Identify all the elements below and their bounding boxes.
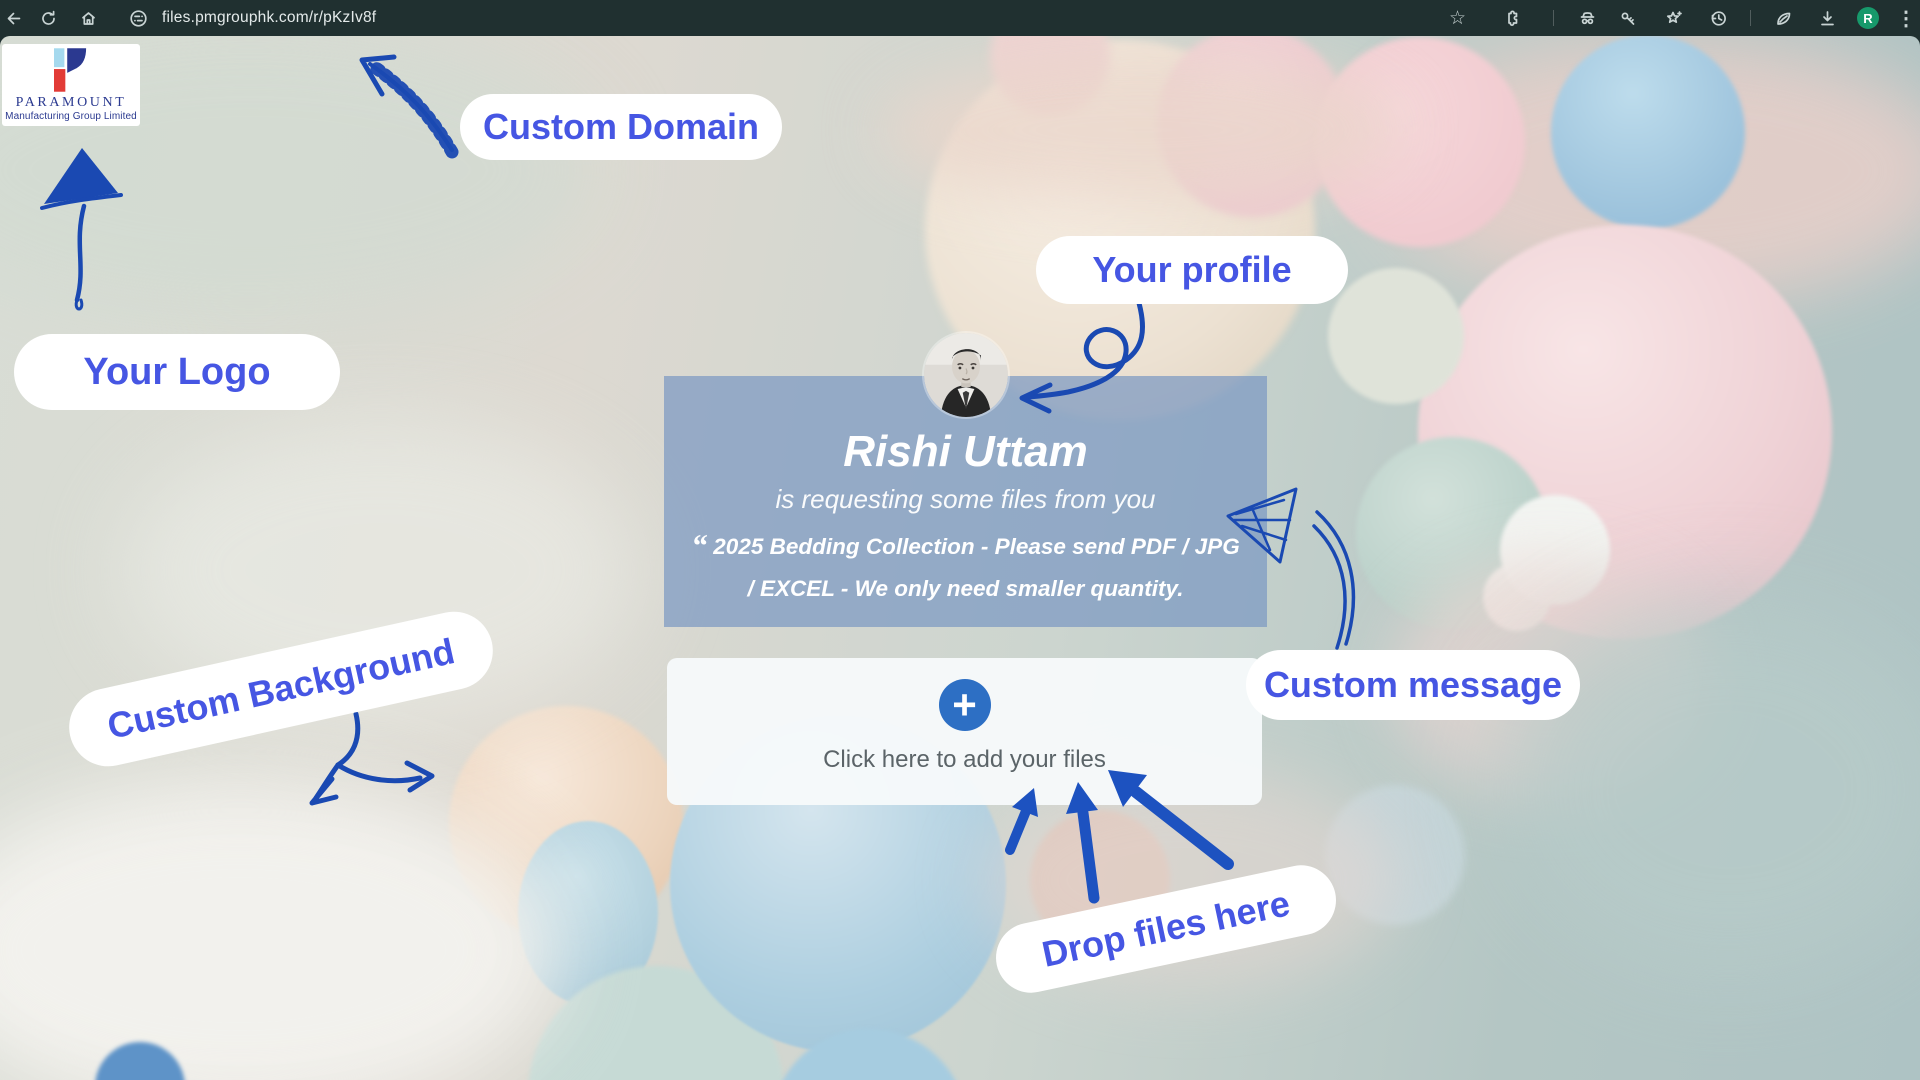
back-icon[interactable] <box>4 9 23 28</box>
request-subtitle: is requesting some files from you <box>664 484 1267 514</box>
profile-avatar <box>924 333 1008 417</box>
battery-saver-leaf-icon[interactable] <box>1774 9 1793 28</box>
home-icon[interactable] <box>79 9 98 28</box>
company-logo: PARAMOUNT Manufacturing Group Limited <box>2 44 140 126</box>
menu-kebab-icon[interactable]: ⋮ <box>1899 0 1913 36</box>
site-info-icon[interactable] <box>129 9 148 28</box>
bookmarks-sparkle-icon[interactable] <box>1664 9 1683 28</box>
history-clock-icon[interactable] <box>1709 9 1728 28</box>
file-dropzone[interactable]: + Click here to add your files <box>667 658 1262 805</box>
screen: files.pmgrouphk.com/r/pKzIv8f ☆ R ⋮ <box>0 0 1920 1080</box>
paramount-logo-mark <box>54 48 88 92</box>
toolbar-divider <box>1750 10 1751 26</box>
file-request-page: PARAMOUNT Manufacturing Group Limited <box>0 36 1920 1080</box>
incognito-icon[interactable] <box>1578 9 1597 28</box>
address-bar[interactable]: files.pmgrouphk.com/r/pKzIv8f <box>162 0 376 36</box>
passwords-key-icon[interactable] <box>1619 9 1638 28</box>
add-files-plus-icon[interactable]: + <box>939 679 991 731</box>
logo-title: PARAMOUNT <box>16 95 127 111</box>
annotation-your-profile: Your profile <box>1036 236 1348 304</box>
download-icon[interactable] <box>1818 9 1837 28</box>
request-card: Rishi Uttam is requesting some files fro… <box>664 376 1267 627</box>
bookmark-star-icon[interactable]: ☆ <box>1448 0 1467 36</box>
message-text: 2025 Bedding Collection - Please send PD… <box>713 534 1239 601</box>
refresh-icon[interactable] <box>39 9 58 28</box>
custom-message-text: “2025 Bedding Collection - Please send P… <box>688 524 1243 610</box>
annotation-custom-message: Custom message <box>1246 650 1580 720</box>
logo-subtitle: Manufacturing Group Limited <box>5 111 137 122</box>
bg-sphere <box>1328 268 1464 404</box>
profile-portrait <box>924 333 1008 417</box>
annotation-label: Your Logo <box>83 351 270 394</box>
toolbar-divider <box>1553 10 1554 26</box>
annotation-label: Your profile <box>1092 249 1291 291</box>
bg-sphere <box>1551 36 1745 229</box>
dropzone-label: Click here to add your files <box>823 746 1106 774</box>
annotation-label: Custom message <box>1264 664 1562 706</box>
annotation-your-logo: Your Logo <box>14 334 340 410</box>
extensions-icon[interactable] <box>1502 9 1521 28</box>
quote-icon: “ <box>691 527 707 563</box>
bg-cloud <box>880 55 1400 205</box>
url: files.pmgrouphk.com/r/pKzIv8f <box>162 9 376 27</box>
browser-profile-avatar[interactable]: R <box>1857 7 1879 29</box>
requester-name: Rishi Uttam <box>664 428 1267 476</box>
annotation-label: Custom Domain <box>483 106 759 148</box>
annotation-custom-domain: Custom Domain <box>460 94 782 160</box>
browser-toolbar: files.pmgrouphk.com/r/pKzIv8f ☆ R ⋮ <box>0 0 1920 36</box>
plus-glyph: + <box>952 684 977 726</box>
